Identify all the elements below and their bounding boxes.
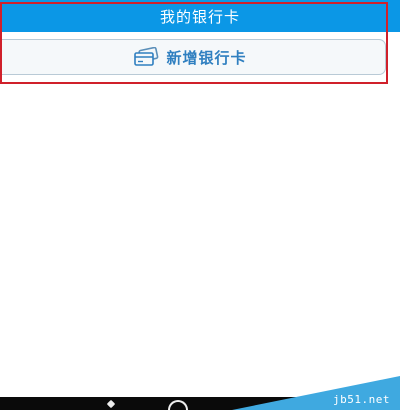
add-bank-card-label: 新增银行卡 <box>166 48 247 67</box>
add-bank-card-button[interactable]: 新增银行卡 <box>0 39 386 75</box>
bank-cards-screen: 我的银行卡 新增银行卡 jb51.net <box>0 0 400 410</box>
nav-diamond-icon <box>106 399 116 409</box>
watermark-text: jb51.net <box>333 393 390 406</box>
nav-arc-icon <box>168 400 188 410</box>
title-bar: 我的银行卡 <box>0 0 400 32</box>
page-title: 我的银行卡 <box>159 7 240 26</box>
bank-card-icon <box>133 47 159 67</box>
